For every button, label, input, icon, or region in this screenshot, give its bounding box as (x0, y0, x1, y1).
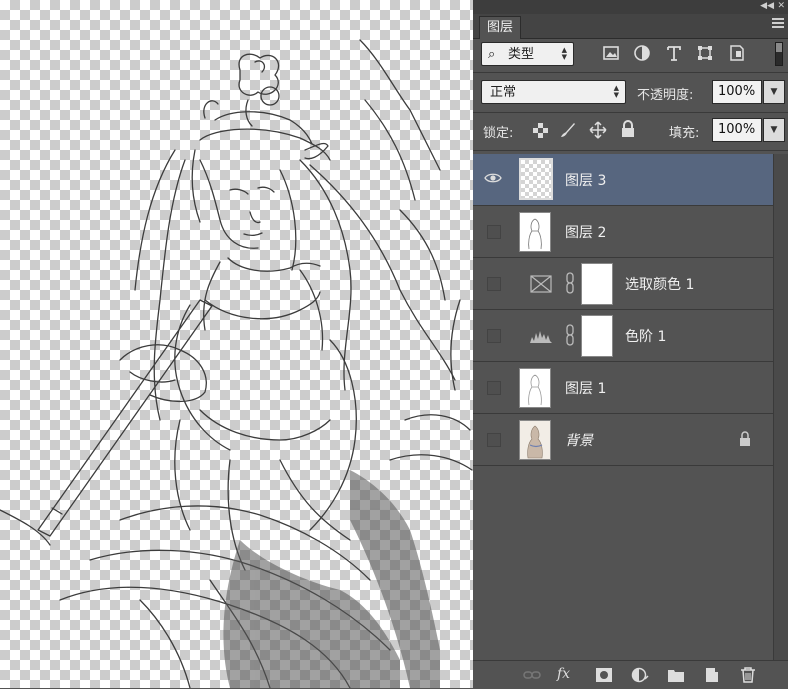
layer-row[interactable]: 背景 (473, 414, 773, 466)
layer-name[interactable]: 图层 1 (565, 378, 606, 398)
visibility-toggle[interactable] (487, 381, 501, 395)
layer-mask-thumbnail[interactable] (581, 263, 613, 305)
visibility-toggle[interactable] (487, 433, 501, 447)
adjustment-layer-icon[interactable] (631, 667, 649, 683)
blend-mode-value: 正常 (490, 85, 517, 100)
layer-thumbnail (519, 212, 551, 252)
layers-panel: ◀◀ ✕ 图层 ⌕ 类型 ▲ ▼ 正常 ▲ ▼ 不透明度: 100% ▼ 锁定: 填… (473, 0, 788, 689)
fill-label: 填充: (669, 126, 700, 141)
lock-image-pixels-icon[interactable] (559, 121, 577, 139)
lock-position-icon[interactable] (589, 121, 607, 139)
levels-histogram-icon (530, 331, 552, 343)
panel-tab-strip: 图层 (473, 14, 788, 39)
search-icon: ⌕ (488, 47, 496, 62)
opacity-input[interactable]: 100% (712, 80, 762, 104)
line-art-illustration (0, 39, 473, 688)
layer-name[interactable]: 背景 (565, 430, 593, 450)
new-layer-icon[interactable] (703, 667, 721, 683)
opacity-label: 不透明度: (637, 88, 694, 103)
layer-name[interactable]: 图层 2 (565, 222, 606, 242)
filter-kind-dropdown[interactable]: ⌕ 类型 ▲ ▼ (481, 42, 574, 66)
layer-row[interactable]: 选取颜色 1 (473, 258, 773, 310)
layer-name[interactable]: 色阶 1 (625, 326, 666, 346)
layers-bottom-toolbar: fx (473, 660, 788, 689)
layers-list: 图层 3 图层 2 选取颜色 1 色阶 1 图层 1 背景 (473, 154, 788, 466)
fill-input[interactable]: 100% (712, 118, 762, 142)
visibility-toggle[interactable] (487, 329, 501, 343)
layer-thumbnail (519, 420, 551, 460)
visibility-toggle[interactable] (487, 277, 501, 291)
add-mask-icon[interactable] (595, 667, 613, 683)
layer-row[interactable]: 图层 1 (473, 362, 773, 414)
layer-name[interactable]: 图层 3 (565, 170, 606, 190)
new-group-icon[interactable] (667, 667, 685, 683)
eye-visibility-icon[interactable] (484, 171, 502, 185)
filter-smart-object-icon[interactable] (728, 44, 746, 62)
filter-type-icon[interactable] (665, 44, 683, 62)
layer-row[interactable]: 色阶 1 (473, 310, 773, 362)
link-layers-icon[interactable] (523, 667, 541, 683)
filter-toggle-switch[interactable] (775, 42, 783, 66)
tab-layers[interactable]: 图层 (479, 16, 522, 39)
fx-icon[interactable]: fx (557, 666, 570, 682)
chain-link-icon[interactable] (565, 272, 575, 294)
fill-slider-button[interactable]: ▼ (763, 118, 785, 142)
layer-thumbnail (519, 368, 551, 408)
panel-title-bar: ◀◀ ✕ (473, 0, 788, 14)
visibility-toggle[interactable] (487, 225, 501, 239)
filter-pixel-icon[interactable] (602, 44, 620, 62)
selective-color-icon (530, 275, 552, 293)
layer-thumbnail (519, 158, 553, 200)
delete-layer-icon[interactable] (739, 667, 757, 683)
lock-icon (740, 431, 750, 446)
layer-name[interactable]: 选取颜色 1 (625, 274, 694, 294)
close-panel-icon[interactable]: ✕ (777, 0, 785, 12)
layer-row[interactable]: 图层 3 (473, 154, 773, 206)
lock-label: 锁定: (483, 126, 514, 141)
layer-row[interactable]: 图层 2 (473, 206, 773, 258)
filter-kind-value: 类型 (508, 47, 535, 62)
lock-transparent-pixels-icon[interactable] (533, 123, 548, 138)
opacity-slider-button[interactable]: ▼ (763, 80, 785, 104)
layers-scrollbar[interactable] (773, 154, 788, 660)
layer-mask-thumbnail[interactable] (581, 315, 613, 357)
filter-shape-icon[interactable] (696, 44, 714, 62)
dropdown-arrows-icon: ▲ ▼ (561, 46, 567, 61)
lock-all-icon[interactable] (621, 120, 635, 138)
chain-link-icon[interactable] (565, 324, 575, 346)
blend-mode-dropdown[interactable]: 正常 ▲ ▼ (481, 80, 626, 104)
document-canvas[interactable] (0, 0, 473, 688)
panel-menu-icon[interactable] (772, 18, 784, 32)
collapse-panel-icon[interactable]: ◀◀ (760, 0, 774, 12)
dropdown-arrows-icon: ▲ ▼ (613, 84, 619, 99)
filter-adjustment-icon[interactable] (633, 44, 651, 62)
